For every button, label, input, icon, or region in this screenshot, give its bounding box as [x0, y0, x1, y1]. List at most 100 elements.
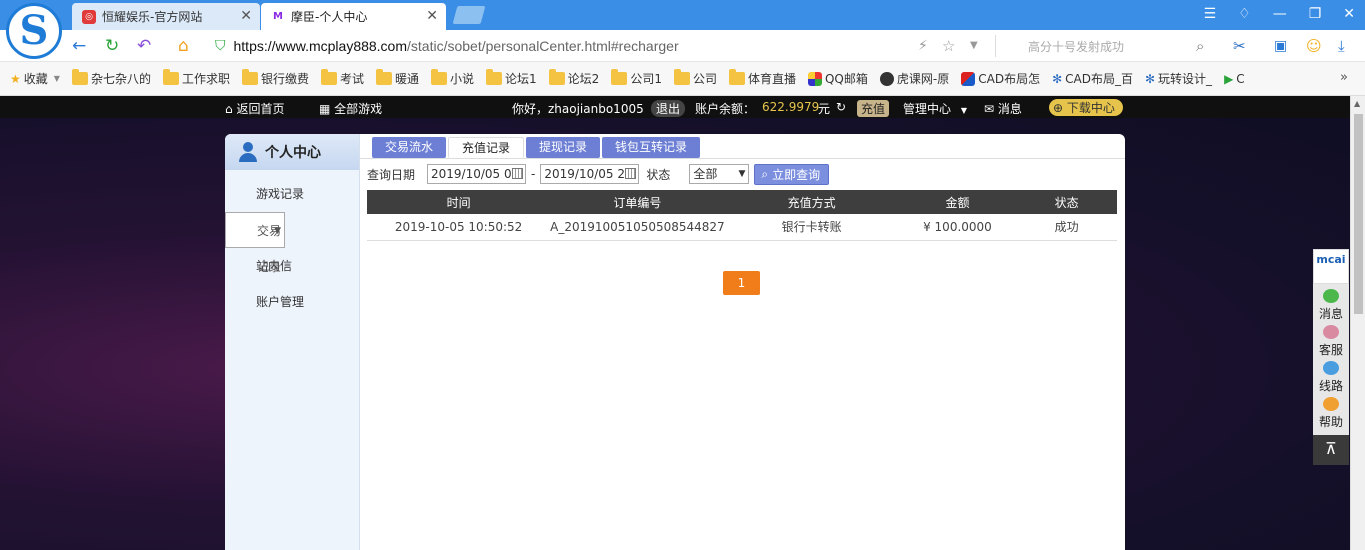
folder-icon — [241, 69, 258, 85]
close-window-icon[interactable]: ✕ — [1343, 6, 1355, 22]
lightning-icon[interactable]: ⚡ — [918, 36, 928, 56]
bookmark-site[interactable]: ✻ 玩转设计_ — [1145, 70, 1212, 87]
recharge-button[interactable]: 充值 — [857, 100, 890, 117]
download-icon[interactable]: ⤓ — [1338, 36, 1345, 56]
date-from-input[interactable]: 2019/10/05 00 — [427, 164, 527, 184]
bookmark-site[interactable]: ▶ C — [1224, 72, 1245, 86]
calendar-icon[interactable] — [512, 168, 524, 179]
bookmark-site[interactable]: ✻ CAD布局_百 — [1052, 70, 1133, 87]
bookmark-folder[interactable]: 小说 — [431, 69, 474, 87]
cell-status: 成功 — [1016, 214, 1117, 241]
date-label: 查询日期 — [367, 167, 416, 182]
main-content: 交易流水 充值记录 提现记录 钱包互转记录 查询日期 2019/10/05 00… — [360, 134, 1125, 550]
minimize-icon[interactable]: — — [1273, 6, 1287, 22]
restore-icon[interactable]: ❐ — [1309, 6, 1322, 22]
back-to-top-button[interactable]: ⊼ — [1313, 435, 1349, 465]
more-bookmarks-icon[interactable]: » — [1340, 70, 1348, 85]
date-to-input[interactable]: 2019/10/05 23 — [540, 164, 640, 184]
play-icon: ▶ — [1224, 71, 1234, 86]
bookmark-favorites[interactable]: ★ 收藏 ▼ — [10, 70, 60, 87]
messages-link[interactable]: ✉ 消息 — [984, 100, 1022, 117]
tab-withdraw-records[interactable]: 提现记录 — [526, 137, 601, 158]
query-button[interactable]: ⌕ 立即查询 — [754, 163, 830, 185]
sidebar-header: 个人中心 — [225, 134, 359, 170]
float-messages[interactable]: 消息 — [1313, 286, 1349, 322]
translate-icon[interactable]: ▣ — [1274, 36, 1287, 56]
star-icon[interactable]: ☆ — [942, 36, 955, 56]
folder-icon — [673, 69, 690, 85]
balance-value: 622.9979 — [762, 100, 820, 114]
back-icon[interactable]: ← — [72, 36, 86, 56]
bookmark-folder[interactable]: 论坛2 — [548, 69, 599, 87]
sidebar-title: 个人中心 — [265, 145, 321, 161]
scroll-thumb[interactable] — [1354, 114, 1363, 314]
url-host: https://www.mcplay888.com — [233, 38, 408, 54]
tab-recharge-records[interactable]: 充值记录 — [448, 137, 525, 158]
tab-divider — [360, 158, 1125, 159]
search-input[interactable]: 高分十号发射成功 — [995, 35, 1215, 57]
float-routes[interactable]: 线路 — [1313, 358, 1349, 394]
browser-tab-1[interactable]: ◎ 恒耀娱乐-官方网站 ✕ — [72, 3, 260, 30]
browser-tab-2[interactable]: M 摩臣-个人中心 ✕ — [261, 3, 446, 30]
sidebar-item-account[interactable]: 账户管理 — [225, 284, 359, 320]
bookmark-folder[interactable]: 考试 — [320, 69, 364, 87]
skin-icon[interactable]: ♢ — [1238, 6, 1251, 22]
search-placeholder: 高分十号发射成功 — [1028, 39, 1125, 54]
bookmark-site[interactable]: CAD布局怎 — [961, 70, 1040, 87]
bookmark-site[interactable]: 虎课网-原 — [879, 70, 949, 87]
download-center-button[interactable]: ⊕ 下载中心 — [1049, 99, 1123, 116]
support-agent-icon — [1323, 325, 1339, 339]
status-select[interactable]: 全部 — [689, 164, 750, 184]
undo-icon[interactable]: ↶ — [137, 36, 151, 56]
bookmark-folder[interactable]: 工作求职 — [162, 69, 230, 87]
new-tab-button[interactable] — [452, 6, 486, 24]
bookmark-folder[interactable]: 论坛1 — [486, 69, 537, 87]
chevron-down-icon[interactable]: ▼ — [970, 36, 978, 56]
scissors-icon[interactable]: ✂ — [1233, 36, 1246, 56]
float-support[interactable]: 客服 — [1313, 322, 1349, 358]
sidebar-item-game-records[interactable]: 游戏记录 — [225, 176, 359, 212]
sidebar-item-transactions[interactable]: 交易记录 — [225, 212, 285, 274]
bookmark-folder[interactable]: 公司 — [673, 69, 717, 87]
route-icon — [1323, 361, 1339, 375]
bookmark-folder[interactable]: 体育直播 — [728, 69, 796, 87]
tab-transaction-flow[interactable]: 交易流水 — [372, 137, 447, 158]
float-help[interactable]: 帮助 — [1313, 394, 1349, 430]
close-icon[interactable]: ✕ — [426, 8, 438, 24]
emoji-icon[interactable]: ☺ — [1306, 36, 1322, 56]
home-link[interactable]: ⌂ 返回首页 — [225, 100, 284, 117]
site-favicon-icon: M — [271, 9, 285, 24]
all-games-link[interactable]: ▦ 全部游戏 — [319, 100, 382, 117]
bookmark-folder[interactable]: 公司1 — [611, 69, 662, 87]
scroll-up-icon[interactable]: ▲ — [1354, 99, 1360, 108]
bookmark-folder[interactable]: 银行缴费 — [241, 69, 309, 87]
refresh-icon[interactable]: ↻ — [105, 36, 119, 56]
qq-mail-icon — [807, 71, 822, 86]
page-scrollbar[interactable]: ▲ — [1350, 96, 1365, 550]
logout-button[interactable]: 退出 — [651, 100, 686, 117]
refresh-balance-icon[interactable]: ↻ — [836, 100, 846, 114]
close-icon[interactable]: ✕ — [240, 8, 252, 24]
manage-center-menu[interactable]: 管理中心 ▼ — [903, 100, 967, 117]
search-icon[interactable]: ⌕ — [1196, 36, 1204, 56]
folder-icon — [320, 69, 337, 85]
menu-icon[interactable]: ☰ — [1204, 6, 1217, 22]
sidebar-item-inbox[interactable]: 站内信 — [225, 248, 359, 284]
folder-icon — [548, 69, 565, 85]
tab-wallet-transfer[interactable]: 钱包互转记录 — [602, 137, 701, 158]
address-bar[interactable]: ⛉ https://www.mcplay888.com /static/sobe… — [215, 35, 995, 57]
bookmark-site[interactable]: QQ邮箱 — [807, 70, 868, 87]
page-button-current[interactable]: 1 — [723, 271, 760, 295]
bookmarks-bar: ★ 收藏 ▼ 杂七杂八的 工作求职 银行缴费 考试 暖通 小说 论坛1 论坛2 公司… — [0, 62, 1365, 96]
site-favicon-icon: ◎ — [82, 9, 96, 24]
calendar-icon[interactable] — [625, 168, 637, 179]
bookmark-folder[interactable]: 暖通 — [376, 69, 419, 87]
greeting: 你好，zhaojianbo1005 — [512, 102, 644, 116]
browser-logo-icon[interactable]: S — [6, 3, 62, 59]
table-header-row: 时间 订单编号 充值方式 金额 状态 — [367, 190, 1117, 214]
page-viewport: ⌂ 返回首页 ▦ 全部游戏 你好，zhaojianbo1005 退出 账户余额：… — [0, 96, 1365, 550]
browser-tab-title: 恒耀娱乐-官方网站 — [102, 10, 203, 24]
home-icon[interactable]: ⌂ — [178, 36, 189, 56]
column-header: 充值方式 — [724, 190, 899, 214]
bookmark-folder[interactable]: 杂七杂八的 — [71, 69, 151, 87]
